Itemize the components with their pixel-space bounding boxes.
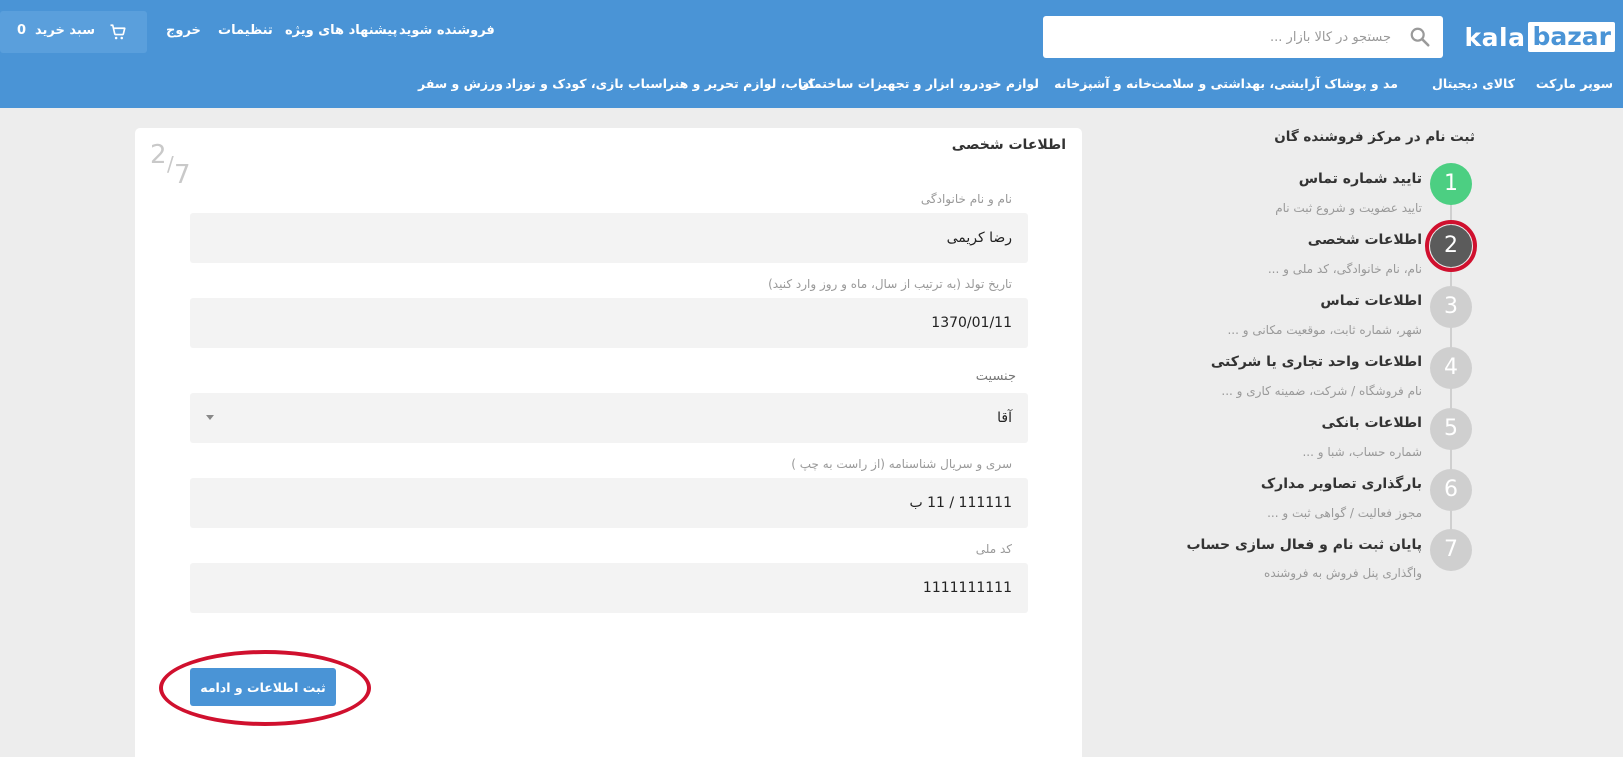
step-3-title: اطلاعات تماس [1320,293,1422,309]
step-7-number: 7 [1430,529,1472,571]
step-4-title: اطلاعات واحد تجاری یا شرکتی [1210,354,1422,370]
category-item[interactable]: آرایشی، بهداشتی و سلامت [1151,76,1320,91]
cart-label: سبد خرید [35,23,95,38]
chevron-down-icon [206,415,214,420]
step-1-title: تایید شماره تماس [1298,171,1422,187]
logo-part-bazar: bazar [1528,22,1615,52]
step-6-subtitle: مجوز فعالیت / گواهی ثبت و ... [1267,506,1422,520]
step-2-title: اطلاعات شخصی [1307,232,1422,248]
kalabazar-logo[interactable]: kala bazar [1465,22,1615,52]
category-item[interactable]: لوازم خودرو، ابزار و تجهیزات ساختمان [799,76,1039,91]
step-5-number: 5 [1430,408,1472,450]
category-item[interactable]: کالای دیجیتال [1432,76,1515,91]
category-item[interactable]: کتاب، لوازم تحریر و هنر [667,76,815,91]
search-icon[interactable] [1409,26,1431,48]
step-counter-slash: / [167,152,174,176]
gender-label: جنسیت [975,369,1016,384]
search-input[interactable] [1043,16,1443,58]
step-4-number: 4 [1430,347,1472,389]
become-seller-link[interactable]: فروشنده شوید [399,23,495,38]
site-header: kala bazar 0 سبد خرید خروج تنظیمات پیشنه… [0,0,1623,108]
id-serial-label: سری و سریال شناسنامه (از راست به چپ ) [791,457,1012,471]
category-item[interactable]: مد و پوشاک [1324,76,1398,91]
birthdate-input[interactable] [190,298,1028,348]
category-item[interactable]: ورزش و سفر [418,76,503,91]
step-2-number: 2 [1430,225,1472,267]
cart-count: 0 [17,23,27,38]
search-box[interactable] [1043,16,1443,58]
settings-link[interactable]: تنظیمات [218,23,273,38]
logout-link[interactable]: خروج [166,23,201,38]
step-6-number: 6 [1430,469,1472,511]
submit-continue-button[interactable]: ثبت اطلاعات و ادامه [190,668,336,706]
category-item[interactable]: خانه و آشپزخانه [1054,76,1152,91]
category-item[interactable]: اسباب بازی، کودک و نوزاد [505,76,667,91]
category-nav: سوپر مارکت کالای دیجیتال مد و پوشاک آرای… [0,76,1623,100]
step-6-title: بارگذاری تصاویر مدارک [1260,476,1422,492]
logo-part-kala: kala [1464,22,1526,52]
cart-icon [110,24,126,40]
gender-select[interactable]: آقا [190,393,1028,443]
step-1-subtitle: تایید عضویت و شروع ثبت نام [1275,201,1422,215]
step-counter-total: 7 [174,160,191,190]
card-title: اطلاعات شخصی [951,137,1066,153]
id-serial-input[interactable] [190,478,1028,528]
fullname-label: نام و نام خانوادگی [920,192,1012,206]
national-code-input[interactable] [190,563,1028,613]
fullname-input[interactable] [190,213,1028,263]
birthdate-label: تاریخ تولد (به ترتیب از سال، ماه و روز و… [768,277,1012,291]
step-5-title: اطلاعات بانکی [1321,415,1422,431]
personal-info-card: اطلاعات شخصی 2 / 7 نام و نام خانوادگی تا… [135,128,1082,757]
step-4-subtitle: نام فروشگاه / شرکت، ضمینه کاری و ... [1221,384,1422,398]
step-7-title: پایان ثبت نام و فعال سازی حساب [1186,537,1422,553]
steps-title: ثبت نام در مرکز فروشنده گان [1274,129,1475,145]
step-7-subtitle: واگذاری پنل فروش به فروشنده [1264,566,1422,580]
step-counter: 2 / 7 [150,140,210,190]
step-5-subtitle: شماره حساب، شبا و ... [1302,445,1422,459]
national-code-label: کد ملی [975,542,1012,556]
step-3-number: 3 [1430,286,1472,328]
special-offers-link[interactable]: پیشنهاد های ویژه [285,23,397,38]
cart-button[interactable]: 0 سبد خرید [0,11,147,53]
step-1-number: 1 [1430,163,1472,205]
step-2-subtitle: نام، نام خانوادگی، کد ملی و ... [1267,262,1422,276]
category-item[interactable]: سوپر مارکت [1536,76,1613,91]
gender-selected-value: آقا [997,410,1012,426]
step-counter-current: 2 [150,140,167,170]
step-3-subtitle: شهر، شماره ثابت، موقعیت مکانی و ... [1227,323,1422,337]
